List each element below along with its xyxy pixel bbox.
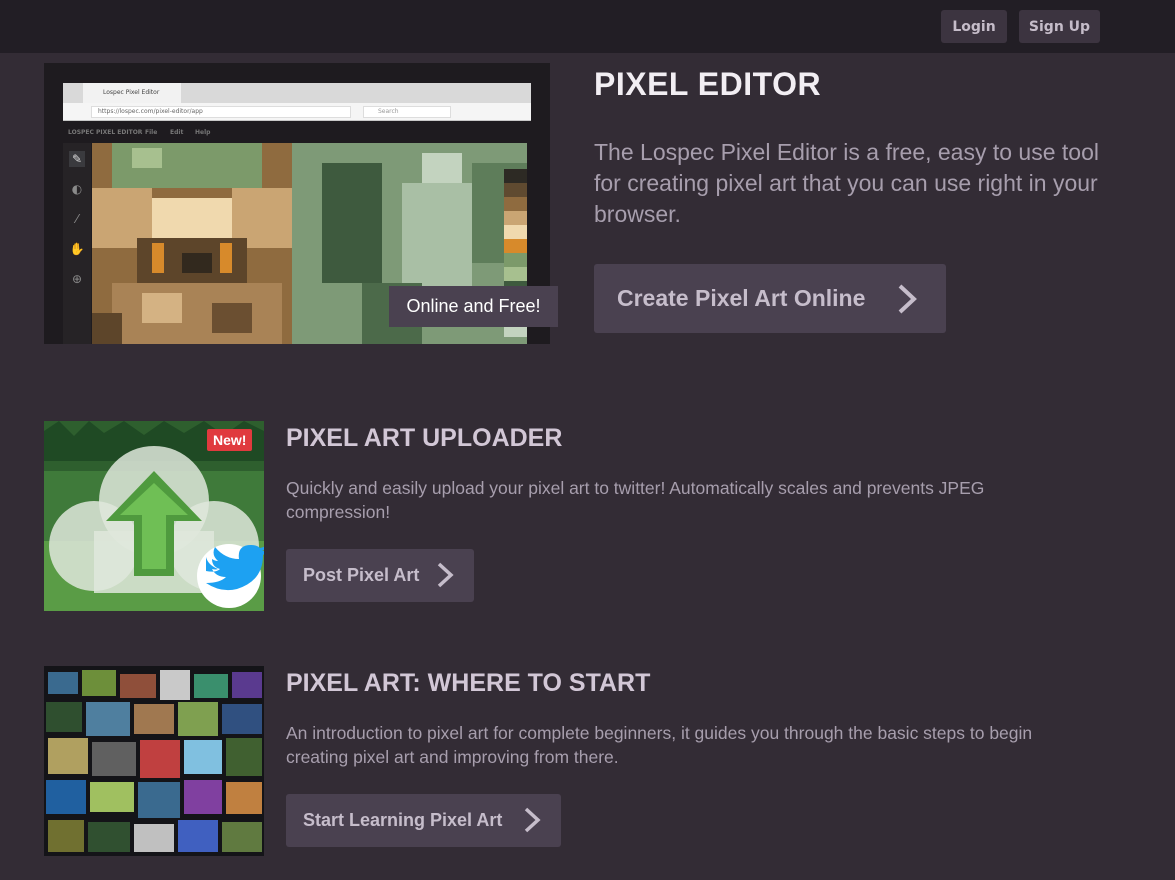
browser-address-bar: https://lospec.com/pixel-editor/app Sear… (63, 103, 531, 121)
pixel-editor-title: PIXEL EDITOR (594, 66, 822, 102)
pixel-editor-description: The Lospec Pixel Editor is a free, easy … (594, 139, 1099, 227)
editor-menu-edit: Edit (170, 129, 184, 136)
browser-tab: Lospec Pixel Editor (83, 83, 181, 103)
pencil-icon: ✎ (69, 151, 85, 167)
editor-menu-help: Help (195, 129, 211, 136)
zoom-icon: ⊕ (71, 272, 83, 286)
start-learning-label: Start Learning Pixel Art (303, 810, 503, 830)
start-learning-button[interactable]: Start Learning Pixel Art (286, 794, 561, 847)
editor-menu-file: File (145, 129, 158, 136)
where-to-start-description: An introduction to pixel art for complet… (286, 723, 1033, 767)
address-input: https://lospec.com/pixel-editor/app (91, 106, 351, 118)
eyedropper-icon: ⁄ (75, 212, 78, 226)
post-pixel-art-button[interactable]: Post Pixel Art (286, 549, 474, 602)
new-badge: New! (207, 429, 253, 451)
editor-brand: LOSPEC PIXEL EDITOR (68, 129, 143, 136)
where-to-start-thumbnail[interactable] (44, 666, 264, 856)
create-pixel-art-label: Create Pixel Art Online (617, 285, 866, 311)
uploader-title: PIXEL ART UPLOADER (286, 424, 563, 452)
chevron-right-icon (898, 284, 917, 314)
fill-icon: ◐ (71, 182, 83, 196)
editor-menubar: LOSPEC PIXEL EDITOR File Edit Help (63, 125, 531, 141)
login-button[interactable]: Login (941, 10, 1007, 43)
chevron-right-icon (437, 562, 454, 588)
editor-toolbar: ✎ ◐ ⁄ ✋ ⊕ (63, 143, 91, 344)
hand-icon: ✋ (69, 242, 85, 256)
game-collage-image (44, 666, 264, 856)
browser-search-input: Search (363, 106, 451, 118)
uploader-description: Quickly and easily upload your pixel art… (286, 478, 985, 522)
chevron-right-icon (524, 807, 541, 833)
online-free-tag: Online and Free! (389, 286, 558, 327)
signup-button[interactable]: Sign Up (1019, 10, 1100, 43)
create-pixel-art-button[interactable]: Create Pixel Art Online (594, 264, 946, 333)
where-to-start-title: PIXEL ART: WHERE TO START (286, 669, 651, 697)
browser-tab-bar: Lospec Pixel Editor (63, 83, 531, 103)
top-bar: Login Sign Up (0, 0, 1175, 53)
post-pixel-art-label: Post Pixel Art (303, 565, 420, 585)
